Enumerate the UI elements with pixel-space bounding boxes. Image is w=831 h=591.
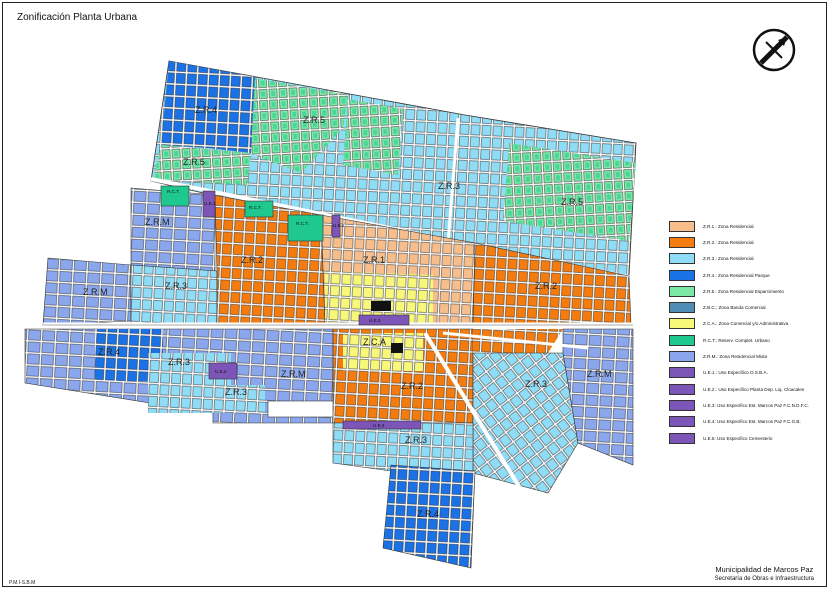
legend-label: U.E.3: Uso Especifico Est. Marcos Paz F.… xyxy=(703,402,809,408)
legend-label: Z.R.3.: Zona Residencial xyxy=(703,256,754,262)
footer-municipality: Municipalidad de Marcos Paz xyxy=(715,565,814,574)
legend-item: U.E.4: Uso Especifico Est. Marcos Paz F.… xyxy=(669,414,829,430)
legend-label: Z.R.2.: Zona Residencial xyxy=(703,239,754,245)
map-title: Zonificación Planta Urbana xyxy=(17,12,138,23)
zone-zr3-south-east xyxy=(472,352,579,494)
legend-swatch xyxy=(669,367,695,379)
legend-item: U.E.2.: Uso Especifico Planta Dep. Liq. … xyxy=(669,381,829,397)
zone-label: Z.R.5 xyxy=(303,115,325,125)
zone-label: U.E.1 xyxy=(204,201,216,206)
legend-swatch xyxy=(669,302,695,314)
zone-label: Z.R.3 xyxy=(168,357,190,367)
zone-label: U.E.3 xyxy=(369,318,381,323)
station-block xyxy=(391,343,403,353)
zone-label: Z.R.4 xyxy=(417,509,439,519)
legend-item: Z.R.2.: Zona Residencial xyxy=(669,234,829,250)
zone-label: Z.R.5 xyxy=(183,157,205,167)
legend-item: U.E.1.: Uso Especifico O.S.B.A. xyxy=(669,365,829,381)
legend-swatch xyxy=(669,383,695,395)
zone-label: Z.R.M xyxy=(587,369,612,379)
legend-item: R.C.T.: Reserv. Complet. Urbano xyxy=(669,332,829,348)
legend-swatch xyxy=(669,399,695,411)
legend-swatch xyxy=(669,318,695,330)
legend-label: Z.R.5.: Zona Residencial Esparcimiento xyxy=(703,288,784,294)
legend-item: Z.R.1.: Zona Residencial xyxy=(669,218,829,234)
zone-zr5-north-2 xyxy=(343,99,403,175)
map-footer: Municipalidad de Marcos Paz Secretaría d… xyxy=(715,565,814,582)
zone-label: U.E.2 xyxy=(215,369,227,374)
legend-swatch xyxy=(669,253,695,265)
legend-swatch xyxy=(669,236,695,248)
legend-item: Z.R.M.: Zona Residencial Mixta xyxy=(669,348,829,364)
zone-label: R.C.T. xyxy=(167,189,180,194)
legend-swatch xyxy=(669,285,695,297)
zone-label: Z.R.1 xyxy=(363,255,385,265)
legend-label: U.E.1.: Uso Especifico O.S.B.A. xyxy=(703,370,768,376)
legend-swatch xyxy=(669,416,695,428)
legend-label: Z.C.A.: Zona Comercial y/o Administrativ… xyxy=(703,321,789,327)
map-legend: Z.R.1.: Zona Residencial Z.R.2.: Zona Res… xyxy=(669,218,829,446)
legend-item: Z.R.5.: Zona Residencial Esparcimiento xyxy=(669,283,829,299)
footer-secretariat: Secretaría de Obras e Infraestructura xyxy=(714,576,814,582)
zone-label: Z.R.3 xyxy=(405,435,427,445)
zone-label: Z.R.5 xyxy=(561,197,583,207)
legend-item: U.E.3: Uso Especifico Est. Marcos Paz F.… xyxy=(669,397,829,413)
legend-label: Z.R.4.: Zona Residencial Parque xyxy=(703,272,770,278)
north-arrow-icon xyxy=(752,28,796,72)
zone-label: Z.R.M xyxy=(145,217,170,227)
legend-item: Z.R.4.: Zona Residencial Parque xyxy=(669,267,829,283)
legend-label: Z.B.C.: Zona Banda Comercial xyxy=(703,305,766,311)
ue3-block xyxy=(358,314,410,326)
zone-label: Z.R.4 xyxy=(195,105,217,115)
zone-label: Z.C.A xyxy=(363,337,386,347)
legend-label: R.C.T.: Reserv. Complet. Urbano xyxy=(703,337,770,343)
legend-label: U.E.2.: Uso Especifico Planta Dep. Liq. … xyxy=(703,386,805,392)
legend-swatch xyxy=(669,269,695,281)
zone-label: Z.R.4 xyxy=(98,347,120,357)
legend-label: Z.R.M.: Zona Residencial Mixta xyxy=(703,354,768,360)
zone-label: U.E.5 xyxy=(333,223,345,228)
map-frame: Z.R.4 Z.R.5 Z.R.5 Z.R.3 Z.R.5 Z.R.M Z.R.… xyxy=(2,2,827,587)
zone-label: Z.R.3 xyxy=(525,379,547,389)
legend-item: Z.R.3.: Zona Residencial xyxy=(669,251,829,267)
legend-item: Z.B.C.: Zona Banda Comercial xyxy=(669,299,829,315)
legend-label: U.E.4: Uso Especifico Est. Marcos Paz F.… xyxy=(703,419,801,425)
zone-label: Z.R.2 xyxy=(401,381,423,391)
zone-label: R.C.T. xyxy=(296,221,309,226)
zone-zr3-west xyxy=(130,264,218,326)
legend-label: Z.R.1.: Zona Residencial xyxy=(703,223,754,229)
legend-swatch xyxy=(669,351,695,363)
map-code: P.M.I-S.B.M xyxy=(9,580,36,586)
zone-label: Z.R.2 xyxy=(535,281,557,291)
zone-label: Z.R.3 xyxy=(165,281,187,291)
cemetery-block xyxy=(267,400,341,418)
zone-label: R.C.T. xyxy=(249,205,262,210)
zone-label: Z.R.M xyxy=(281,369,306,379)
legend-item: U.E.5: Uso Especifico Cementerio xyxy=(669,430,829,446)
legend-item: Z.C.A.: Zona Comercial y/o Administrativ… xyxy=(669,316,829,332)
plaza-block xyxy=(371,301,391,311)
rct-block-3 xyxy=(287,214,324,242)
legend-swatch xyxy=(669,334,695,346)
zone-label: Z.R.2 xyxy=(241,255,263,265)
legend-label: U.E.5: Uso Especifico Cementerio xyxy=(703,435,773,441)
zone-label: Z.R.M xyxy=(83,287,108,297)
legend-swatch xyxy=(669,220,695,232)
zone-label: Z.R.3 xyxy=(225,387,247,397)
zone-label: Z.R.3 xyxy=(438,181,460,191)
zone-label: U.E.4 xyxy=(373,423,385,428)
legend-swatch xyxy=(669,432,695,444)
